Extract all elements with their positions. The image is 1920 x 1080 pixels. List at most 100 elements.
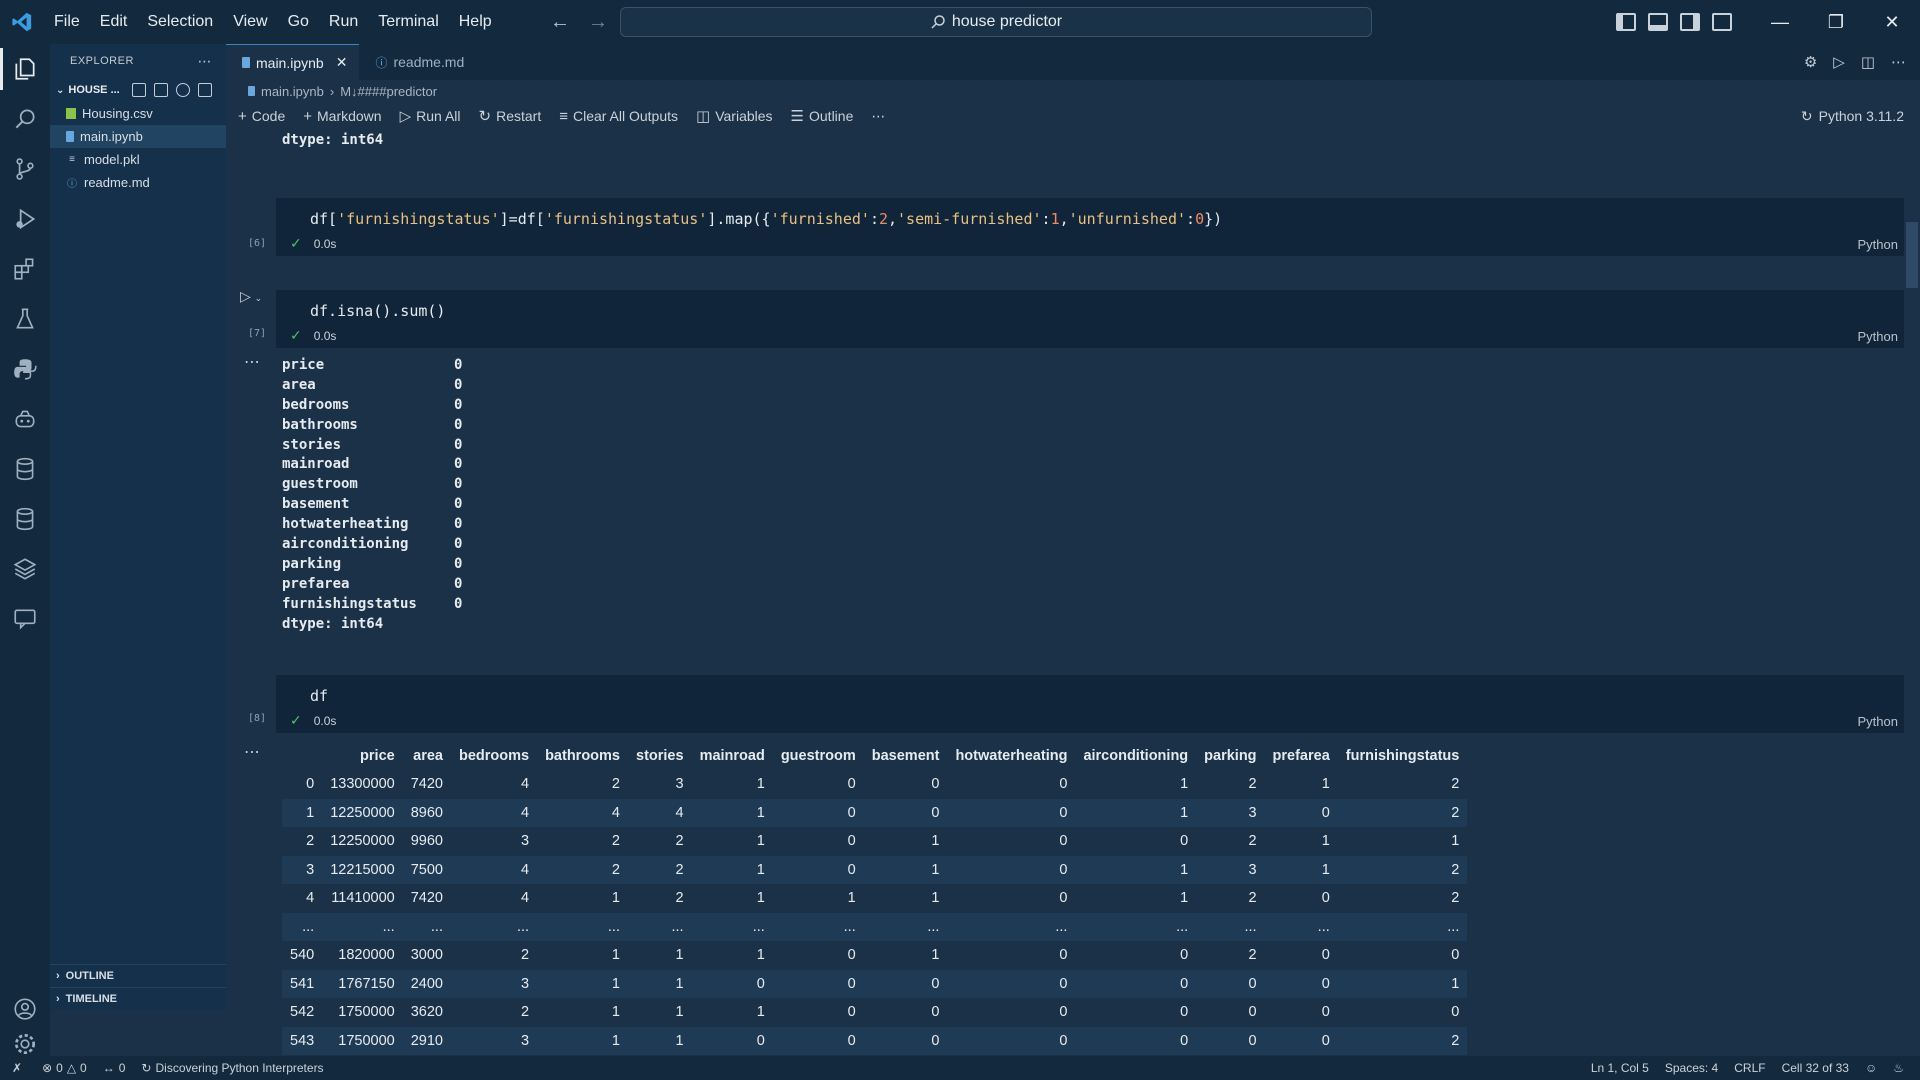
table-cell: ... [691, 912, 773, 941]
clear-outputs-button[interactable]: ≡ Clear All Outputs [559, 108, 678, 125]
run-debug-icon[interactable] [0, 194, 50, 244]
remote-chat-icon[interactable] [0, 594, 50, 644]
cell-language[interactable]: Python [1858, 237, 1898, 252]
close-window-icon[interactable]: ✕ [1864, 0, 1920, 44]
indentation[interactable]: Spaces: 4 [1657, 1061, 1726, 1075]
file-readme-md[interactable]: ⓘ readme.md [50, 171, 226, 194]
line-ending[interactable]: CRLF [1726, 1061, 1773, 1075]
database-icon[interactable] [0, 444, 50, 494]
menu-help[interactable]: Help [449, 0, 502, 44]
menu-view[interactable]: View [223, 0, 277, 44]
output-value: 0 [454, 595, 463, 612]
python-icon[interactable] [0, 344, 50, 394]
code-cell[interactable]: df.isna().sum() ✓ 0.0s Python [276, 290, 1904, 348]
cursor-position[interactable]: Ln 1, Col 5 [1583, 1061, 1657, 1075]
table-cell: 0 [947, 998, 1076, 1027]
new-folder-icon[interactable] [153, 83, 168, 97]
menu-file[interactable]: File [44, 0, 90, 44]
ports-indicator[interactable]: ↔ 0 [95, 1061, 134, 1075]
command-center-search[interactable]: house predictor [620, 7, 1372, 37]
file-main-ipynb[interactable]: main.ipynb [50, 125, 226, 148]
output-more-icon[interactable]: ⋯ [244, 352, 261, 372]
search-icon[interactable] [0, 94, 50, 144]
menu-go[interactable]: Go [278, 0, 319, 44]
split-editor-icon[interactable]: ◫ [1861, 53, 1875, 71]
gear-icon[interactable]: ⚙ [1804, 53, 1817, 71]
restore-icon[interactable]: ❐ [1808, 0, 1864, 44]
column-header: parking [1196, 742, 1265, 770]
cell-code[interactable]: df.isna().sum() [310, 302, 445, 320]
cell-language[interactable]: Python [1858, 714, 1898, 729]
editor-scrollbar[interactable] [1906, 222, 1918, 288]
file-label: readme.md [84, 175, 150, 190]
cell-language[interactable]: Python [1858, 329, 1898, 344]
tab-readme-md[interactable]: ⓘ readme.md [359, 44, 476, 80]
more-actions-icon[interactable]: ⋯ [1891, 53, 1906, 71]
timeline-section[interactable]: › TIMELINE [50, 987, 226, 1010]
file-model-pkl[interactable]: ≡ model.pkl [50, 148, 226, 171]
tab-main-ipynb[interactable]: main.ipynb ✕ [226, 44, 360, 80]
table-cell: 1 [537, 1026, 628, 1055]
collapse-all-icon[interactable] [197, 83, 212, 97]
copilot-status-icon[interactable]: ☺ [1857, 1061, 1885, 1075]
variables-button[interactable]: ◫ Variables [696, 107, 773, 125]
source-control-icon[interactable] [0, 144, 50, 194]
close-tab-icon[interactable]: ✕ [336, 54, 348, 71]
table-cell: 7500 [402, 855, 451, 884]
output-more-icon[interactable]: ⋯ [244, 742, 261, 762]
menu-terminal[interactable]: Terminal [368, 0, 448, 44]
layers-icon[interactable] [0, 544, 50, 594]
restart-button[interactable]: ↻ Restart [479, 107, 542, 125]
table-cell: 1 [863, 855, 948, 884]
toggle-panel-icon[interactable] [1648, 13, 1668, 31]
forward-arrow-icon[interactable]: → [588, 11, 608, 34]
file-housing-csv[interactable]: Housing.csv [50, 102, 226, 125]
table-cell: ... [772, 912, 864, 941]
row-index: ... [282, 912, 323, 941]
add-markdown-cell-button[interactable]: + Markdown [303, 108, 381, 125]
remote-indicator-icon[interactable]: ✗ [0, 1061, 34, 1075]
menu-edit[interactable]: Edit [90, 0, 138, 44]
explorer-icon[interactable] [0, 44, 50, 94]
outline-button[interactable]: ☰ Outline [791, 107, 854, 125]
table-cell: ... [1264, 912, 1338, 941]
plus-icon: + [303, 107, 312, 125]
more-actions-icon[interactable]: ⋯ [198, 53, 213, 70]
breadcrumb-section[interactable]: M↓####predictor [340, 84, 437, 99]
table-cell: 2 [1196, 884, 1265, 913]
more-toolbar-icon[interactable]: ⋯ [871, 108, 885, 125]
run-cell-icon[interactable]: ▷ ⌄ [240, 288, 262, 305]
settings-gear-icon[interactable] [0, 1029, 50, 1059]
output-value: 0 [454, 575, 463, 592]
minimize-icon[interactable]: — [1752, 0, 1808, 44]
back-arrow-icon[interactable]: ← [550, 11, 570, 34]
kernel-picker[interactable]: ↻ Python 3.11.2 [1801, 102, 1904, 130]
cell-code[interactable]: df['furnishingstatus']=df['furnishingsta… [310, 210, 1222, 228]
run-all-button[interactable]: ▷ Run All [400, 107, 461, 125]
notifications-bell-icon[interactable]: ♨ [1885, 1061, 1912, 1075]
account-icon[interactable] [0, 984, 50, 1034]
toggle-secondary-sidebar-icon[interactable] [1680, 13, 1700, 31]
cell-indicator[interactable]: Cell 32 of 33 [1774, 1061, 1857, 1075]
copilot-icon[interactable] [0, 394, 50, 444]
menu-run[interactable]: Run [319, 0, 368, 44]
cell-code[interactable]: df [310, 687, 328, 705]
database-2-icon[interactable] [0, 494, 50, 544]
outline-section[interactable]: › OUTLINE [50, 964, 226, 987]
breadcrumb-file[interactable]: main.ipynb [261, 84, 324, 99]
run-icon[interactable]: ▷ [1833, 53, 1845, 71]
refresh-icon[interactable] [175, 83, 190, 97]
new-file-icon[interactable] [131, 83, 146, 97]
extensions-icon[interactable] [0, 244, 50, 294]
menu-selection[interactable]: Selection [137, 0, 223, 44]
workspace-folder[interactable]: ⌄ HOUSE ... [50, 78, 226, 102]
add-code-cell-button[interactable]: + Code [238, 108, 285, 125]
code-cell[interactable]: df['furnishingstatus']=df['furnishingsta… [276, 198, 1904, 256]
customize-layout-icon[interactable] [1712, 13, 1732, 31]
explorer-sidebar: EXPLORER ⋯ ⌄ HOUSE ... Housing.csv main.… [50, 44, 226, 1010]
testing-flask-icon[interactable] [0, 294, 50, 344]
toggle-primary-sidebar-icon[interactable] [1616, 13, 1636, 31]
problems-indicator[interactable]: ⊗ 0 △ 0 [34, 1061, 95, 1075]
code-cell[interactable]: df ✓ 0.0s Python [276, 675, 1904, 733]
tab-label: readme.md [393, 54, 465, 70]
